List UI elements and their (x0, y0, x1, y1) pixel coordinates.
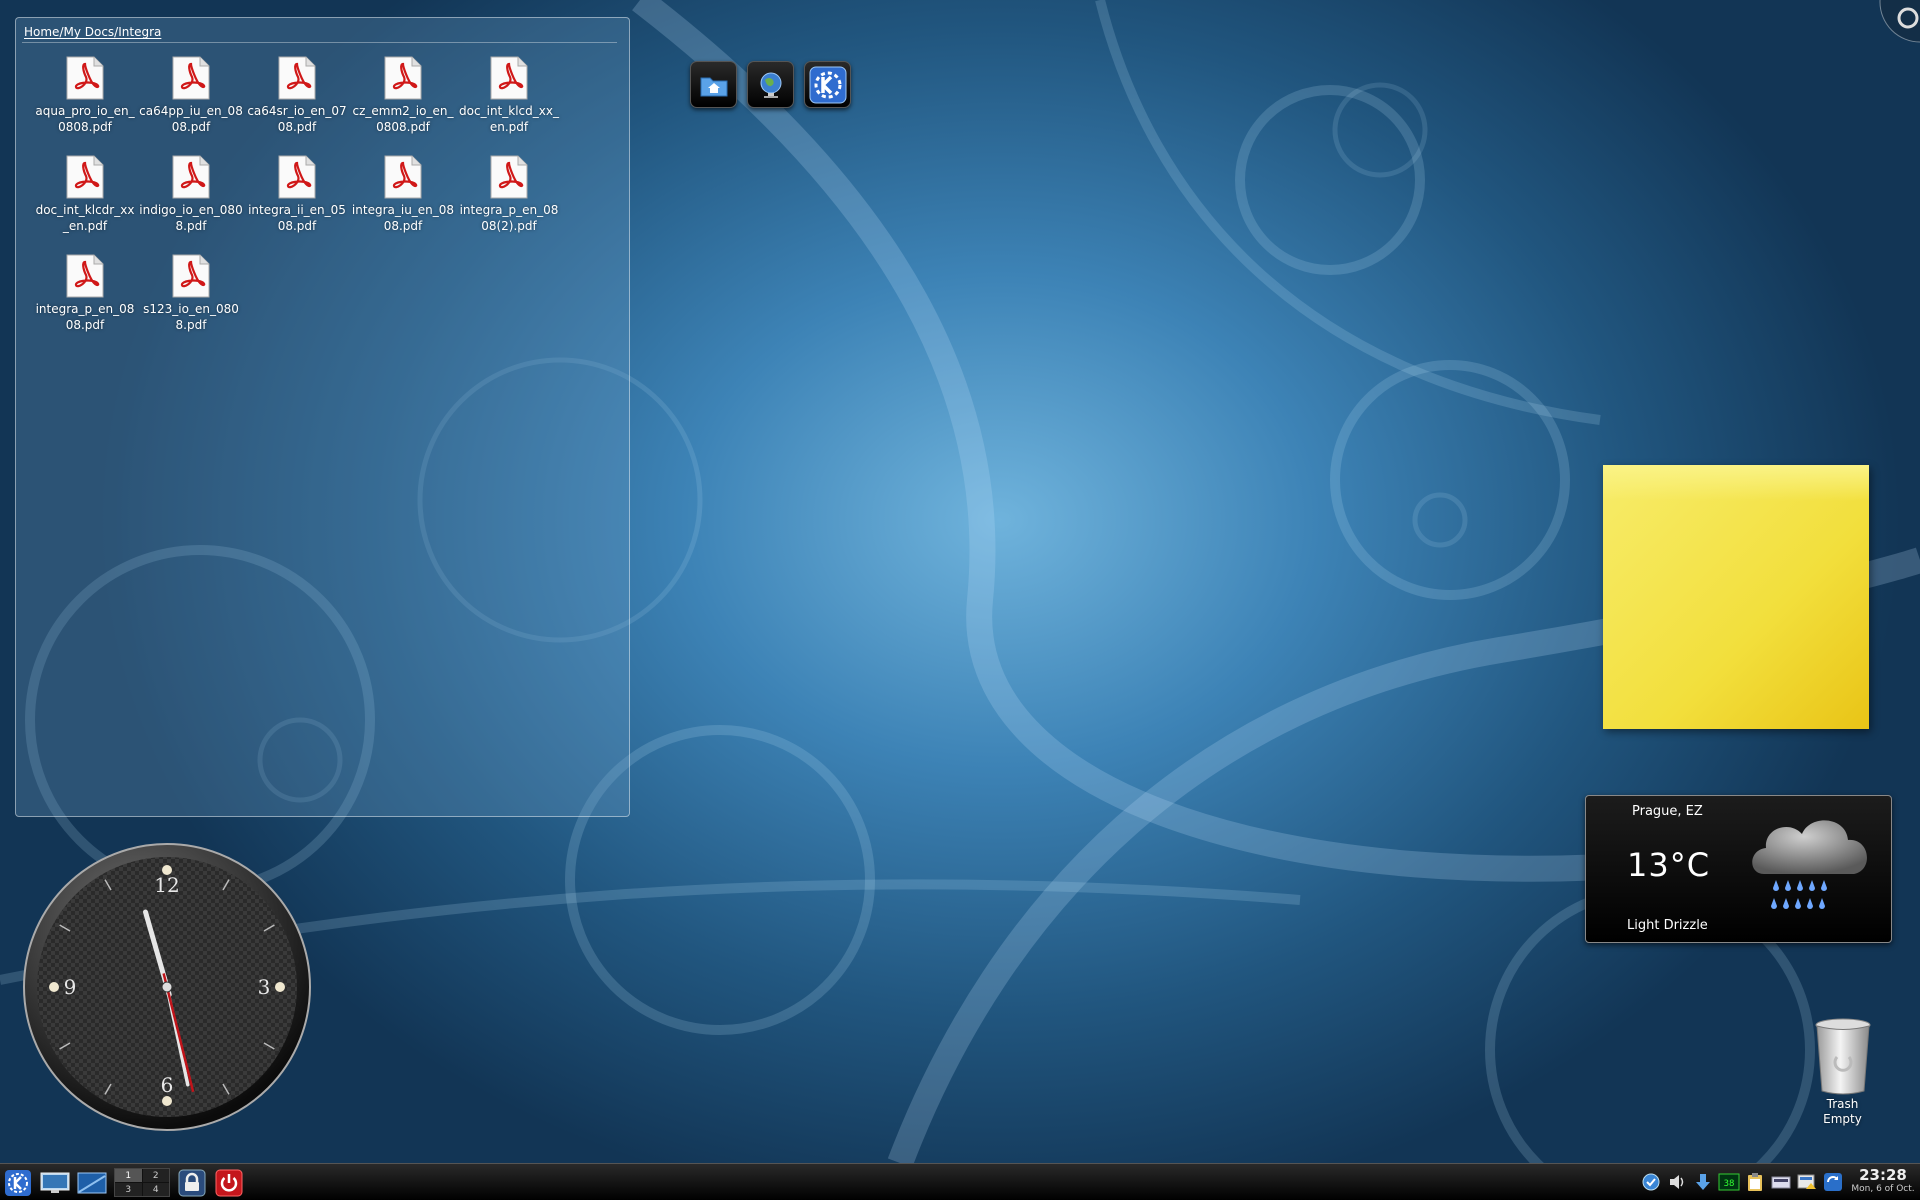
kde-icon (809, 66, 846, 103)
digital-clock[interactable]: 23:28 Mon, 6 of Oct. (1848, 1167, 1918, 1195)
file-item[interactable]: integra_iu_en_0808.pdf (350, 155, 456, 254)
file-name: indigo_io_en_0808.pdf (139, 203, 243, 233)
file-item[interactable]: integra_p_en_0808.pdf (32, 254, 138, 353)
trash-status: Empty (1823, 1112, 1862, 1126)
pdf-file-icon (490, 155, 528, 199)
file-name: integra_iu_en_0808.pdf (351, 203, 455, 233)
tray-clipboard-icon[interactable] (1744, 1171, 1766, 1193)
home-folder-launcher[interactable] (690, 61, 737, 108)
trash-label: Trash (1826, 1097, 1859, 1111)
file-item[interactable]: cz_emm2_io_en_0808.pdf (350, 56, 456, 155)
file-name: aqua_pro_io_en_0808.pdf (35, 104, 135, 134)
clock-numeral-3: 3 (258, 975, 271, 999)
weather-condition: Light Drizzle (1627, 918, 1708, 933)
file-item[interactable]: integra_p_en_0808(2).pdf (456, 155, 562, 254)
file-name: doc_int_klcd_xx_en.pdf (459, 104, 559, 134)
file-name: doc_int_klcdr_xx_en.pdf (35, 203, 135, 233)
application-launcher-button[interactable] (3, 1168, 33, 1197)
clock-marker-3 (275, 982, 285, 992)
kde-menu-icon (5, 1169, 31, 1196)
file-name: integra_p_en_0808(2).pdf (459, 203, 559, 233)
trash-widget[interactable]: Trash Empty (1800, 1017, 1885, 1127)
tray-notifications-icon[interactable] (1796, 1171, 1818, 1193)
pdf-file-icon (66, 56, 104, 100)
clock-numeral-6: 6 (161, 1073, 174, 1097)
pdf-file-icon (172, 254, 210, 298)
file-item[interactable]: ca64sr_io_en_0708.pdf (244, 56, 350, 155)
pager-desktop-3[interactable]: 3 (115, 1183, 142, 1196)
file-item[interactable]: ca64pp_iu_en_0808.pdf (138, 56, 244, 155)
quicklaunch-bar (690, 61, 851, 108)
weather-temperature: 13°C (1627, 846, 1711, 884)
home-folder-icon (700, 77, 727, 96)
pdf-file-icon (384, 56, 422, 100)
file-item[interactable]: doc_int_klcd_xx_en.pdf (456, 56, 562, 155)
logout-button[interactable] (214, 1168, 244, 1197)
window-icon (77, 1172, 107, 1193)
folder-separator (22, 42, 617, 43)
show-desktop-button[interactable] (40, 1168, 70, 1197)
pdf-file-icon (278, 155, 316, 199)
taskbar-date: Mon, 6 of Oct. (1851, 1184, 1915, 1194)
folder-view-widget[interactable]: Home/My Docs/Integra aqua_pro_io_en_0808… (15, 17, 630, 817)
desktop-pager[interactable]: 1234 (114, 1168, 170, 1197)
file-item[interactable]: integra_ii_en_0508.pdf (244, 155, 350, 254)
folder-path-link[interactable]: Home/My Docs/Integra (24, 25, 161, 39)
pdf-file-icon (172, 56, 210, 100)
window-list-button[interactable] (77, 1168, 107, 1197)
file-name: ca64sr_io_en_0708.pdf (247, 104, 347, 134)
tray-monitor-icon[interactable]: 38 (1718, 1171, 1740, 1193)
clock-numeral-12: 12 (154, 873, 179, 897)
taskbar: 1234 38 23:28 Mon, 6 of Oct. (0, 1163, 1920, 1200)
pager-desktop-2[interactable]: 2 (142, 1169, 169, 1182)
pdf-file-icon (278, 56, 316, 100)
pager-desktop-4[interactable]: 4 (142, 1183, 169, 1196)
clock-marker-12 (162, 865, 172, 875)
desktop-icon (40, 1172, 70, 1193)
file-name: cz_emm2_io_en_0808.pdf (352, 104, 454, 134)
pdf-file-icon (172, 155, 210, 199)
file-item[interactable]: indigo_io_en_0808.pdf (138, 155, 244, 254)
clock-marker-9 (49, 982, 59, 992)
kde-launcher[interactable] (804, 61, 851, 108)
tray-network-icon[interactable] (1640, 1171, 1662, 1193)
pdf-file-icon (66, 254, 104, 298)
file-item[interactable]: s123_io_en_0808.pdf (138, 254, 244, 353)
tray-keyboard-icon[interactable] (1770, 1171, 1792, 1193)
file-grid: aqua_pro_io_en_0808.pdf ca64pp_iu_en_0808… (32, 56, 572, 353)
sticky-note-widget[interactable] (1603, 465, 1869, 729)
tray-monitor-value: 38 (1724, 1179, 1735, 1189)
file-name: integra_ii_en_0508.pdf (248, 203, 346, 233)
tray-download-icon[interactable] (1692, 1171, 1714, 1193)
pdf-file-icon (66, 155, 104, 199)
file-name: s123_io_en_0808.pdf (143, 302, 239, 332)
clock-numeral-9: 9 (64, 975, 77, 999)
pdf-file-icon (490, 56, 528, 100)
trash-icon (1815, 1018, 1870, 1095)
file-item[interactable]: aqua_pro_io_en_0808.pdf (32, 56, 138, 155)
tray-volume-icon[interactable] (1666, 1171, 1688, 1193)
file-name: integra_p_en_0808.pdf (35, 302, 135, 332)
pager-desktop-1[interactable]: 1 (115, 1169, 142, 1182)
file-name: ca64pp_iu_en_0808.pdf (139, 104, 243, 134)
web-browser-icon (760, 72, 781, 98)
rain-cloud-icon (1752, 820, 1867, 909)
pdf-file-icon (384, 155, 422, 199)
lock-icon (178, 1169, 206, 1196)
clock-center-pin (161, 981, 173, 993)
clock-marker-6 (162, 1096, 172, 1106)
weather-location: Prague, EZ (1632, 804, 1703, 819)
web-browser-launcher[interactable] (747, 61, 794, 108)
desktop-toolbox-button[interactable] (1876, 0, 1920, 46)
lock-screen-button[interactable] (177, 1168, 207, 1197)
file-item[interactable]: doc_int_klcdr_xx_en.pdf (32, 155, 138, 254)
tray-update-icon[interactable] (1822, 1171, 1844, 1193)
weather-widget[interactable]: Prague, EZ 13°C Light Drizzle (1585, 795, 1892, 943)
power-icon (215, 1169, 243, 1196)
system-tray: 38 (1640, 1171, 1844, 1193)
analog-clock-widget[interactable]: 12 3 6 9 (23, 843, 311, 1131)
taskbar-time: 23:28 (1859, 1166, 1907, 1184)
